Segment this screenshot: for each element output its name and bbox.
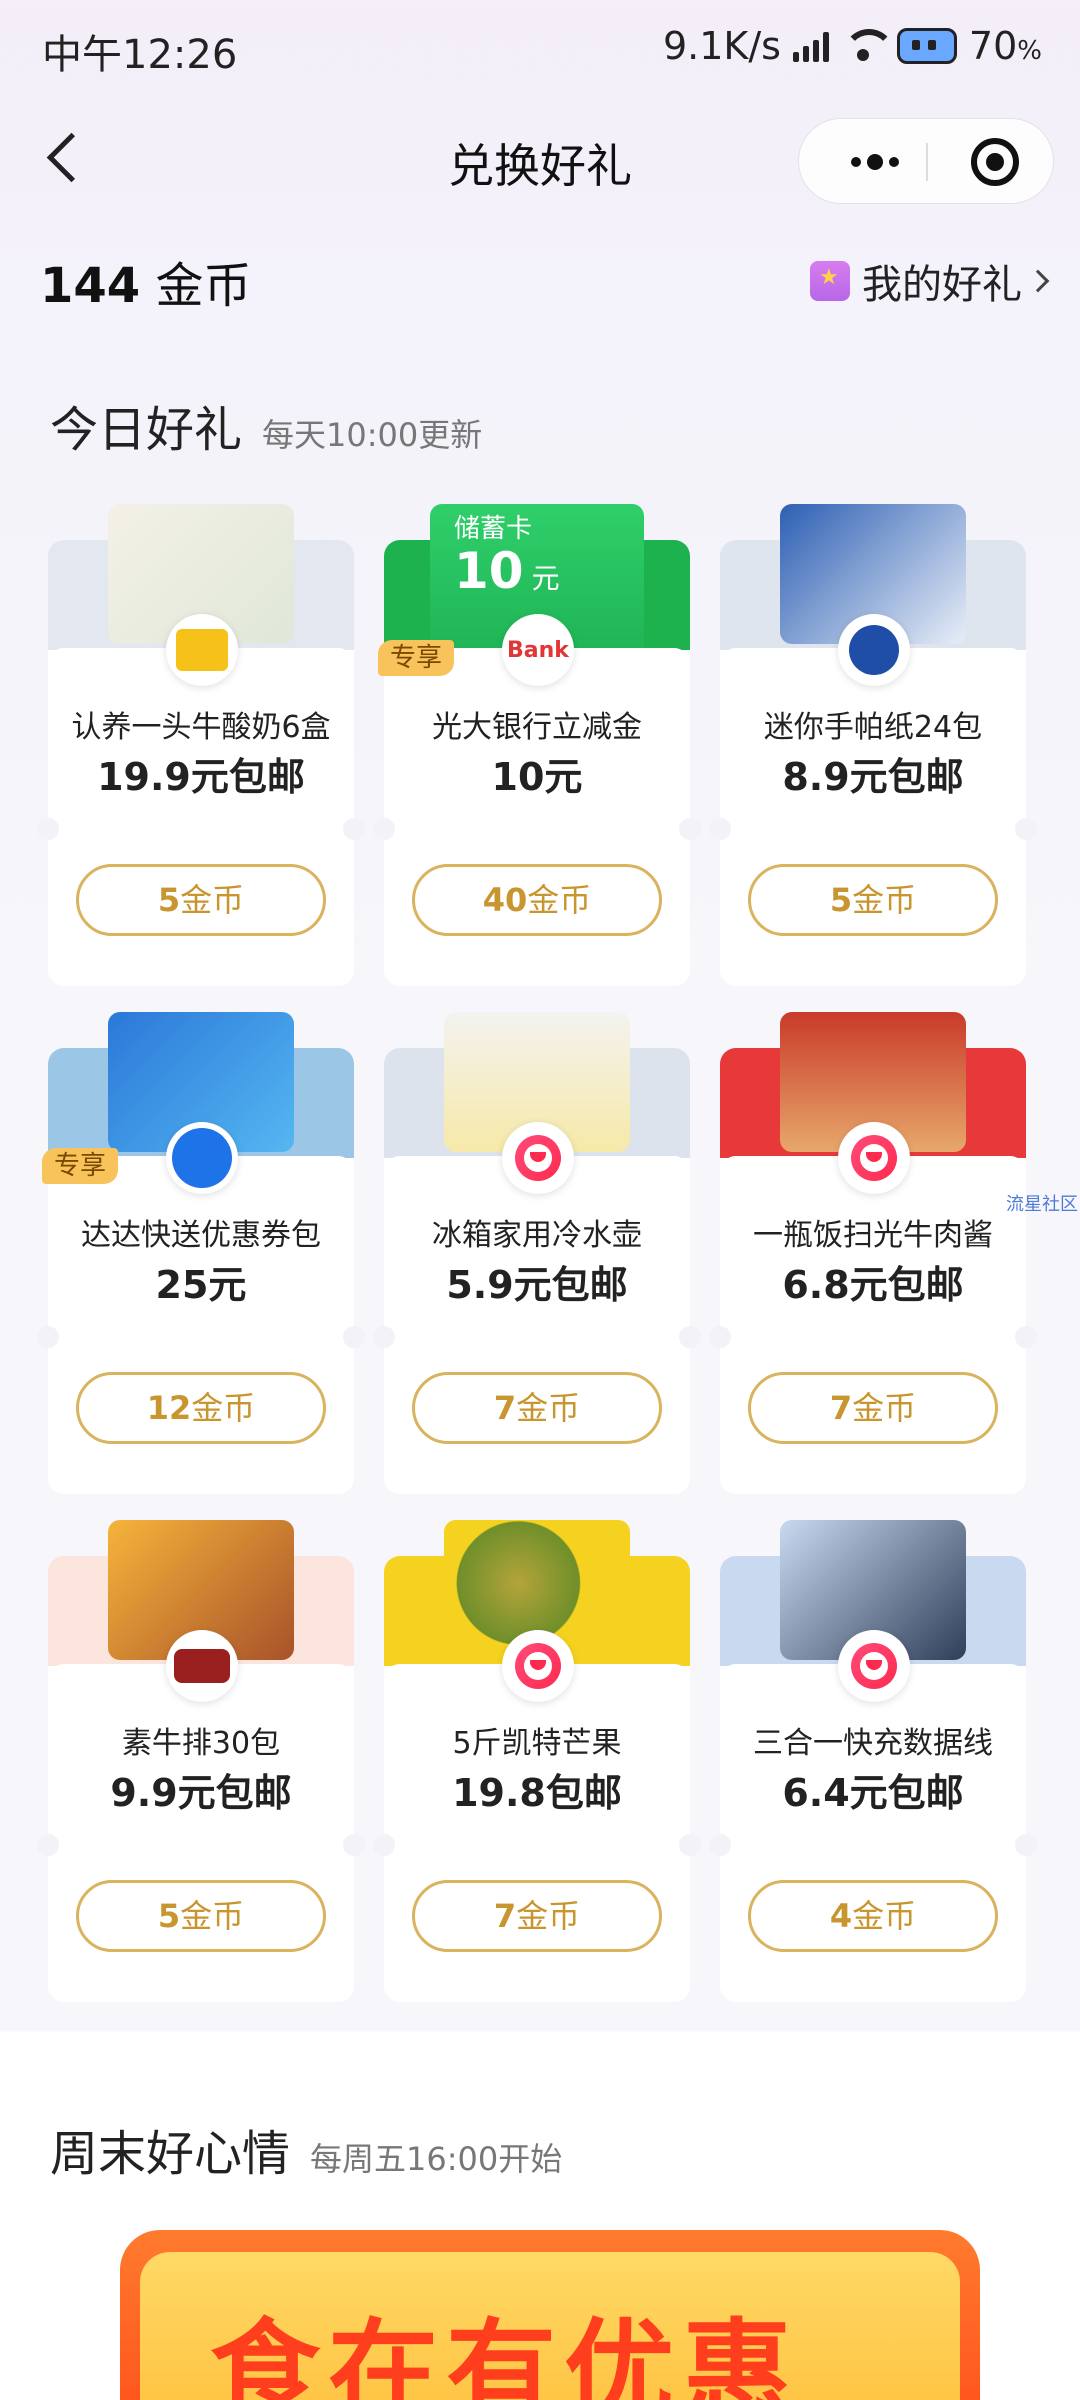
wifi-icon bbox=[841, 29, 895, 63]
battery-level: 70 bbox=[968, 24, 1018, 68]
ticket-notch bbox=[373, 818, 395, 840]
status-time: 中午12:26 bbox=[42, 32, 238, 78]
gift-name: 认养一头牛酸奶6盒 bbox=[71, 710, 331, 745]
brand-logo bbox=[502, 1122, 574, 1194]
gift-card[interactable]: 迷你手帕纸24包 8.9元包邮 5金币 bbox=[709, 504, 1037, 986]
miniapp-capsule bbox=[798, 118, 1054, 204]
redeem-button[interactable]: 7金币 bbox=[748, 1372, 998, 1444]
exclusive-tag: 专享 bbox=[42, 1148, 119, 1184]
today-section-title: 今日好礼 每天10:00更新 bbox=[50, 390, 482, 460]
gift-name: 三合一快充数据线 bbox=[753, 1726, 993, 1761]
coupon-card-label: 储蓄卡 bbox=[454, 514, 533, 544]
brand-logo bbox=[166, 614, 238, 686]
battery-icon bbox=[896, 28, 957, 64]
redeem-button[interactable]: 40金币 bbox=[412, 864, 662, 936]
watermark-text: 流星社区 bbox=[1006, 1194, 1078, 1215]
gift-card[interactable]: 储蓄卡 10 元 Bank 专享 光大银行立减金 10元 40金币 bbox=[373, 504, 701, 986]
gift-name: 素牛排30包 bbox=[121, 1726, 281, 1761]
more-icon[interactable] bbox=[835, 119, 915, 205]
today-subtitle: 每天10:00更新 bbox=[262, 416, 483, 454]
gift-card[interactable]: 一瓶饭扫光牛肉酱 6.8元包邮 7金币 bbox=[709, 1012, 1037, 1494]
ticket-notch bbox=[1015, 1326, 1037, 1348]
redeem-button[interactable]: 4金币 bbox=[748, 1880, 998, 1952]
gift-price: 19.8包邮 bbox=[452, 1771, 622, 1815]
weekend-section-title: 周末好心情 每周五16:00开始 bbox=[50, 2114, 562, 2184]
ticket-notch bbox=[343, 1834, 365, 1856]
gift-card[interactable]: 5斤凯特芒果 19.8包邮 7金币 bbox=[373, 1520, 701, 2002]
gift-price: 8.9元包邮 bbox=[782, 755, 964, 799]
promo-inner: 食在有优惠 bbox=[140, 2252, 960, 2400]
gift-price: 6.4元包邮 bbox=[782, 1771, 964, 1815]
gift-name: 迷你手帕纸24包 bbox=[763, 710, 983, 745]
coin-unit: 金币 bbox=[155, 258, 252, 314]
ticket-notch bbox=[709, 818, 731, 840]
redeem-button[interactable]: 7金币 bbox=[412, 1372, 662, 1444]
ticket-notch bbox=[37, 1834, 59, 1856]
gift-card[interactable]: 专享 达达快送优惠券包 25元 12金币 bbox=[37, 1012, 365, 1494]
coin-amount: 144 bbox=[40, 258, 141, 314]
redeem-button[interactable]: 5金币 bbox=[76, 864, 326, 936]
ticket-notch bbox=[1015, 818, 1037, 840]
gift-name: 冰箱家用冷水壶 bbox=[432, 1218, 642, 1253]
redeem-button[interactable]: 12金币 bbox=[76, 1372, 326, 1444]
ticket-notch bbox=[373, 1834, 395, 1856]
status-bar: 中午12:26 9.1K/s 70% bbox=[0, 0, 1080, 96]
gift-card[interactable]: 冰箱家用冷水壶 5.9元包邮 7金币 bbox=[373, 1012, 701, 1494]
brand-logo bbox=[838, 614, 910, 686]
brand-logo bbox=[838, 1122, 910, 1194]
today-title: 今日好礼 bbox=[50, 402, 243, 458]
my-gifts-link[interactable]: 我的好礼 bbox=[810, 252, 1050, 310]
ticket-notch bbox=[37, 1326, 59, 1348]
weekend-subtitle: 每周五16:00开始 bbox=[310, 2140, 563, 2178]
ticket-notch bbox=[709, 1834, 731, 1856]
gift-price: 25元 bbox=[155, 1263, 247, 1307]
gift-calendar-icon bbox=[810, 261, 850, 301]
network-speed: 9.1K/s bbox=[662, 24, 781, 68]
gift-price: 9.9元包邮 bbox=[110, 1771, 292, 1815]
gift-name: 达达快送优惠券包 bbox=[81, 1218, 321, 1253]
weekend-title: 周末好心情 bbox=[50, 2126, 291, 2182]
brand-logo bbox=[502, 1630, 574, 1702]
redeem-button[interactable]: 5金币 bbox=[76, 1880, 326, 1952]
gift-name: 光大银行立减金 bbox=[432, 710, 642, 745]
exclusive-tag: 专享 bbox=[378, 640, 455, 676]
gift-name: 一瓶饭扫光牛肉酱 bbox=[753, 1218, 993, 1253]
dada-logo bbox=[166, 1122, 238, 1194]
gift-card[interactable]: 三合一快充数据线 6.4元包邮 4金币 bbox=[709, 1520, 1037, 2002]
gift-price: 6.8元包邮 bbox=[782, 1263, 964, 1307]
capsule-divider bbox=[926, 143, 928, 181]
ticket-notch bbox=[373, 1326, 395, 1348]
signal-icon bbox=[792, 30, 829, 62]
ticket-notch bbox=[679, 1834, 701, 1856]
brand-logo bbox=[838, 1630, 910, 1702]
ticket-notch bbox=[709, 1326, 731, 1348]
chevron-right-icon bbox=[1026, 269, 1050, 293]
gift-price: 10元 bbox=[491, 755, 583, 799]
gift-name: 5斤凯特芒果 bbox=[452, 1726, 622, 1761]
coupon-amount: 10 bbox=[454, 542, 524, 600]
weekend-promo-banner[interactable]: 食在有优惠 bbox=[120, 2230, 980, 2400]
ticket-notch bbox=[37, 818, 59, 840]
redeem-button[interactable]: 7金币 bbox=[412, 1880, 662, 1952]
brand-logo bbox=[166, 1630, 238, 1702]
bank-logo: Bank bbox=[502, 614, 574, 686]
coupon-unit: 元 bbox=[531, 562, 560, 595]
my-gifts-label: 我的好礼 bbox=[862, 262, 1022, 308]
ticket-notch bbox=[679, 1326, 701, 1348]
promo-text: 食在有优惠 bbox=[210, 2308, 800, 2400]
gift-card[interactable]: 认养一头牛酸奶6盒 19.9元包邮 5金币 bbox=[37, 504, 365, 986]
status-right: 9.1K/s 70% bbox=[662, 24, 1042, 68]
close-miniapp-icon[interactable] bbox=[971, 138, 1019, 186]
redeem-button[interactable]: 5金币 bbox=[748, 864, 998, 936]
ticket-notch bbox=[343, 818, 365, 840]
gift-price: 5.9元包邮 bbox=[446, 1263, 628, 1307]
nav-bar: 兑换好礼 bbox=[0, 110, 1080, 210]
gift-price: 19.9元包邮 bbox=[97, 755, 305, 799]
gift-card[interactable]: 素牛排30包 9.9元包邮 5金币 bbox=[37, 1520, 365, 2002]
coin-balance: 144 金币 bbox=[40, 246, 251, 316]
ticket-notch bbox=[1015, 1834, 1037, 1856]
ticket-notch bbox=[679, 818, 701, 840]
ticket-notch bbox=[343, 1326, 365, 1348]
